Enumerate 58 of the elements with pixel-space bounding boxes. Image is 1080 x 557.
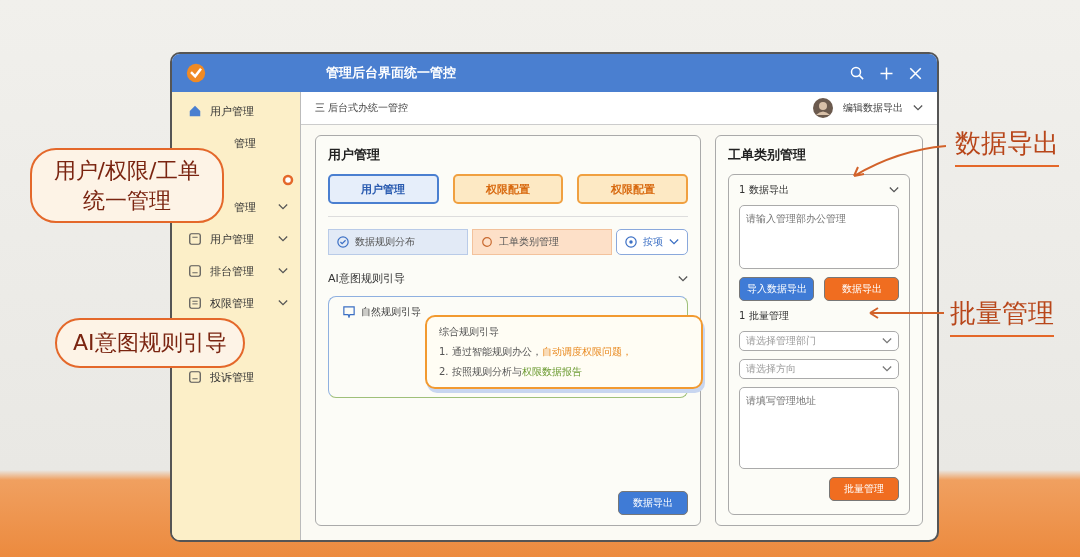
tooltip-text: 自动调度权限问题，	[541, 346, 632, 357]
tooltip-text: 1. 通过智能规则办公，	[439, 346, 542, 357]
export-button[interactable]: 数据导出	[618, 491, 688, 515]
list-icon	[188, 296, 202, 310]
breadcrumb: 三 后台式办统一管控	[315, 101, 409, 115]
sidebar-item[interactable]: 管理	[234, 199, 256, 215]
panel-heading: 1 数据导出	[739, 183, 789, 197]
segment-button[interactable]: 数据规则分布	[328, 229, 468, 255]
avatar-icon	[813, 98, 833, 118]
sidebar-item[interactable]: 投诉管理	[210, 369, 254, 385]
chevron-icon[interactable]	[278, 267, 288, 275]
user-name[interactable]: 编辑数据导出	[843, 101, 903, 115]
tooltip-title: 综合规则引导	[439, 325, 500, 339]
close-icon[interactable]	[908, 65, 923, 81]
chevron-icon[interactable]	[278, 299, 288, 307]
sidebar-item[interactable]: 权限管理	[210, 295, 254, 311]
card-title: 用户管理	[328, 146, 381, 164]
tooltip-text: 权限数据报告	[521, 366, 582, 377]
sidebar-item[interactable]: 用户管理	[210, 231, 254, 247]
speech-bubble: 用户/权限/工单统一管理	[30, 148, 224, 224]
text-area[interactable]: 请填写管理地址	[739, 387, 899, 469]
card-title: 工单类别管理	[728, 146, 807, 164]
box-icon	[188, 370, 202, 384]
add-icon[interactable]	[879, 65, 894, 81]
logo-icon	[186, 63, 206, 83]
annotation-note: 数据导出	[955, 126, 1059, 167]
chevron-icon[interactable]	[889, 186, 899, 194]
tab[interactable]: 用户管理	[328, 174, 439, 204]
search-icon[interactable]	[850, 65, 865, 81]
annotation-note: 批量管理	[950, 296, 1054, 337]
chevron-icon	[882, 365, 892, 373]
check-circle-icon	[337, 236, 349, 248]
target-icon	[625, 236, 637, 248]
chat-icon	[343, 306, 355, 318]
window-title: 管理后台界面统一管控	[326, 64, 456, 82]
chevron-icon	[882, 337, 892, 345]
text-area[interactable]: 请输入管理部办公管理	[739, 205, 899, 269]
sidebar-item[interactable]: 管理	[234, 135, 256, 151]
speech-bubble: AI意图规则引导	[55, 318, 245, 368]
chevron-icon[interactable]	[678, 274, 688, 283]
pointer-dot-icon	[282, 174, 294, 186]
chevron-icon	[669, 238, 679, 246]
home-icon	[188, 104, 202, 118]
chevron-icon[interactable]	[278, 235, 288, 243]
document-icon	[188, 232, 202, 246]
export-button[interactable]: 导入数据导出	[739, 277, 814, 301]
section-title: AI意图规则引导	[328, 271, 405, 286]
rule-label: 自然规则引导	[361, 305, 421, 319]
box-icon	[188, 264, 202, 278]
sidebar-item[interactable]: 排台管理	[210, 263, 254, 279]
tooltip-text: 2. 按照规则分析与	[439, 366, 522, 377]
dropdown-button[interactable]: 按项	[616, 229, 688, 255]
chevron-icon[interactable]	[278, 203, 288, 211]
chevron-icon[interactable]	[913, 104, 923, 112]
segment-button[interactable]: 工单类别管理	[472, 229, 612, 255]
circle-icon	[481, 236, 493, 248]
panel-heading: 1 批量管理	[739, 309, 789, 323]
sidebar-item[interactable]: 用户管理	[210, 103, 254, 119]
